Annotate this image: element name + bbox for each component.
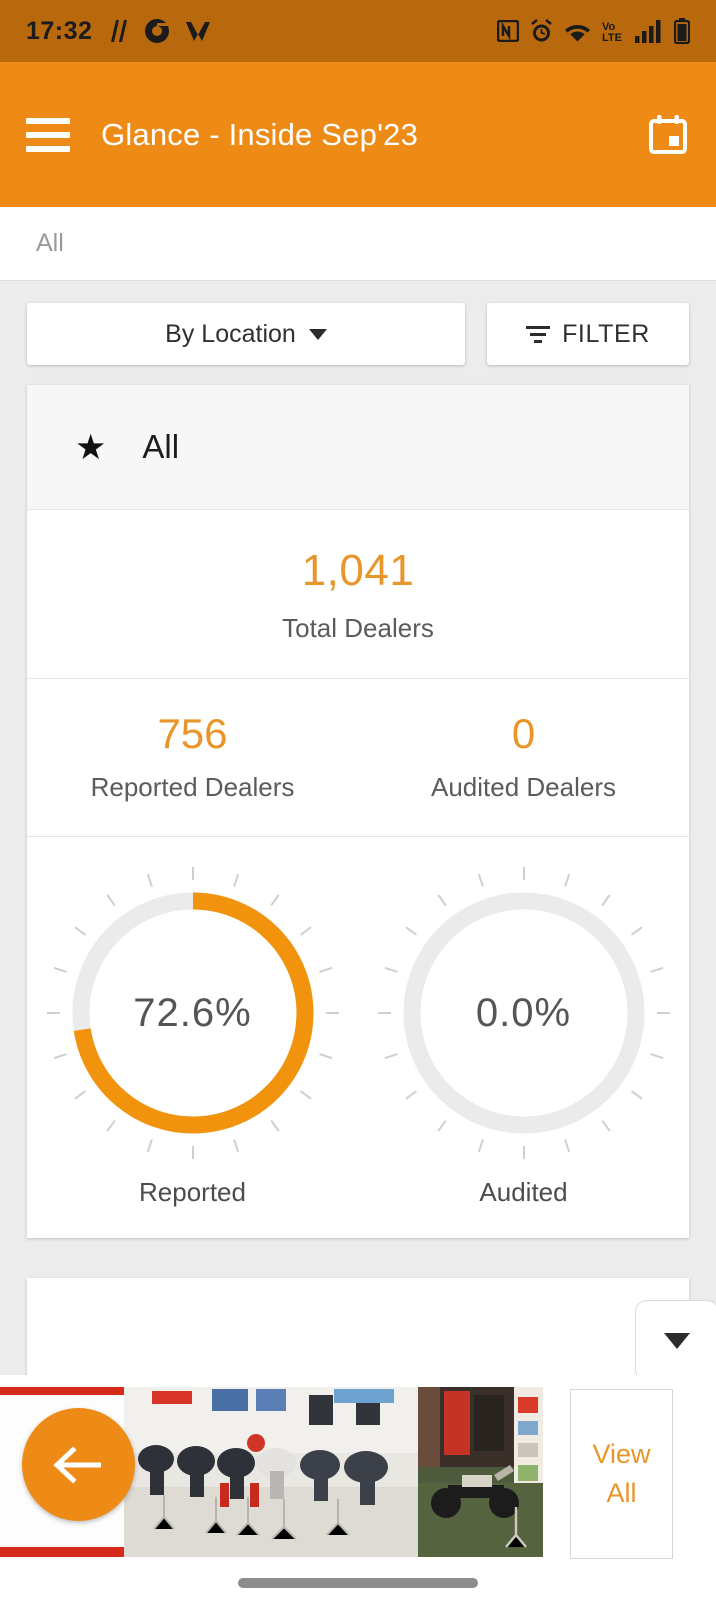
reported-dealers-label: Reported Dealers xyxy=(90,772,295,802)
audited-dealers-label: Audited Dealers xyxy=(431,772,616,802)
wifi-icon xyxy=(564,20,591,42)
secondary-card-dropdown[interactable] xyxy=(635,1300,716,1382)
m-app-icon xyxy=(185,20,211,42)
reported-gauge-value: 72.6% xyxy=(133,990,252,1035)
stat-row: 756 Reported Dealers 0 Audited Dealers xyxy=(27,679,689,837)
battery-icon xyxy=(674,18,690,44)
dealer-photo-motorcycle-outdoor[interactable] xyxy=(418,1387,543,1557)
star-icon[interactable]: ★ xyxy=(75,430,106,465)
status-bar-clock: 17:32 xyxy=(26,16,93,45)
chevron-down-icon xyxy=(664,1333,690,1349)
back-button[interactable] xyxy=(22,1408,135,1521)
dealer-photo-scooter-showroom[interactable] xyxy=(124,1387,424,1557)
audited-dealers-stat: 0 Audited Dealers xyxy=(358,679,689,836)
reported-dealers-stat: 756 Reported Dealers xyxy=(27,679,358,836)
reported-gauge-caption: Reported xyxy=(139,1177,246,1207)
status-bar-right: Vo LTE xyxy=(497,18,690,44)
audited-gauge-caption: Audited xyxy=(479,1177,568,1207)
total-dealers-block: 1,041 Total Dealers xyxy=(27,510,689,679)
breadcrumb[interactable]: All xyxy=(0,207,716,281)
reported-gauge: 72.6% Reported xyxy=(27,863,358,1208)
alarm-icon xyxy=(530,19,553,43)
reported-dealers-value: 756 xyxy=(157,710,228,757)
breadcrumb-label: All xyxy=(36,229,64,257)
calendar-icon[interactable] xyxy=(646,113,690,157)
nfc-pay-icon xyxy=(107,18,129,44)
volte-icon: Vo LTE xyxy=(602,19,624,43)
filter-button[interactable]: FILTER xyxy=(487,303,689,365)
app-bar: Glance - Inside Sep'23 xyxy=(0,62,716,207)
status-bar: 17:32 Vo LTE xyxy=(0,0,716,62)
signal-icon xyxy=(635,19,663,43)
photo-bar: View All xyxy=(0,1375,716,1600)
summary-card: ★ All 1,041 Total Dealers 756 Reported D… xyxy=(27,385,689,1238)
summary-card-title: All xyxy=(142,428,180,465)
view-all-button[interactable]: View All xyxy=(570,1389,673,1559)
nfc-icon xyxy=(497,20,519,42)
total-dealers-label: Total Dealers xyxy=(282,613,434,643)
audited-gauge: 0.0% Audited xyxy=(358,863,689,1208)
filter-list-icon xyxy=(526,325,551,343)
page-title: Glance - Inside Sep'23 xyxy=(101,116,419,152)
total-dealers-value: 1,041 xyxy=(301,546,415,595)
summary-card-header[interactable]: ★ All xyxy=(27,385,689,510)
view-all-line1: View xyxy=(592,1438,651,1469)
chrome-icon xyxy=(144,18,170,44)
gauge-row: 72.6% Reported 0.0% Audited xyxy=(27,837,689,1238)
audited-dealers-value: 0 xyxy=(511,710,536,757)
audited-gauge-value: 0.0% xyxy=(475,990,572,1035)
status-bar-left: 17:32 xyxy=(26,17,211,46)
filter-label: FILTER xyxy=(562,319,650,348)
hamburger-menu-icon[interactable] xyxy=(26,117,70,152)
by-location-label: By Location xyxy=(165,319,296,348)
gesture-nav-pill[interactable] xyxy=(238,1578,478,1588)
svg-text:LTE: LTE xyxy=(602,32,622,43)
by-location-dropdown[interactable]: By Location xyxy=(27,303,465,365)
view-all-line2: All xyxy=(606,1478,637,1508)
arrow-left-icon xyxy=(52,1445,101,1484)
chevron-down-icon xyxy=(308,328,327,340)
filter-toolbar: By Location FILTER xyxy=(0,281,716,385)
